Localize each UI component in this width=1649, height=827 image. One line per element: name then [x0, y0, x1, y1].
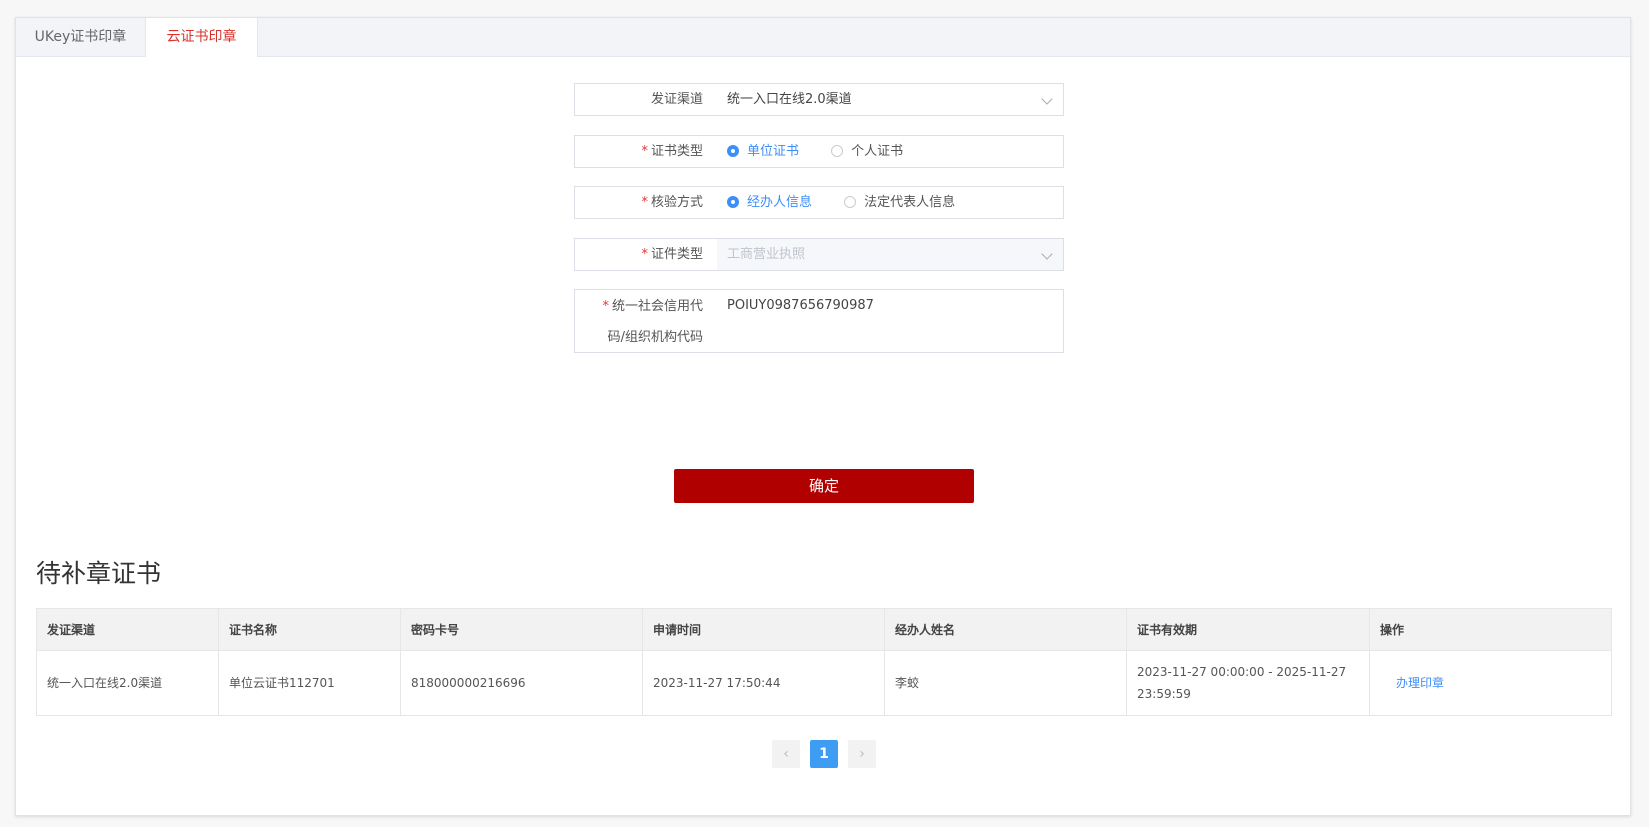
col-header-card-no: 密码卡号 [400, 608, 643, 651]
main-card: UKey证书印章 云证书印章 发证渠道 统一入口在线2.0渠道 * 证书类型 单位… [15, 17, 1631, 816]
radio-unchecked-icon [831, 145, 844, 157]
pending-cert-table: 发证渠道 证书名称 密码卡号 申请时间 经办人姓名 证书有效期 操作 统一入口在… [36, 608, 1612, 716]
radio-agent-info[interactable]: 经办人信息 [727, 187, 812, 218]
radio-personal-cert[interactable]: 个人证书 [831, 136, 903, 167]
tab-bar: UKey证书印章 云证书印章 [16, 18, 1630, 57]
credit-code-input[interactable]: POIUY0987656790987 [727, 290, 874, 321]
channel-label: 发证渠道 [650, 92, 703, 107]
chevron-down-icon [1041, 248, 1053, 260]
cell-card-no: 818000000216696 [400, 650, 643, 716]
cell-action: 办理印章 [1369, 650, 1612, 716]
cert-type-label: * 证书类型 [641, 144, 703, 159]
table-row: 统一入口在线2.0渠道 单位云证书112701 818000000216696 … [36, 650, 1612, 716]
verify-method-radio-group: 经办人信息 法定代表人信息 [717, 187, 973, 218]
channel-row: 发证渠道 统一入口在线2.0渠道 [574, 83, 1064, 116]
next-page-button[interactable]: › [848, 740, 876, 768]
tab-cloud-seal[interactable]: 云证书印章 [146, 18, 258, 57]
col-header-channel: 发证渠道 [36, 608, 219, 651]
verify-method-row: * 核验方式 经办人信息 法定代表人信息 [574, 186, 1064, 219]
channel-select[interactable]: 统一入口在线2.0渠道 [717, 84, 1063, 115]
tab-ukey-seal[interactable]: UKey证书印章 [16, 18, 146, 56]
cell-apply-time: 2023-11-27 17:50:44 [642, 650, 885, 716]
radio-legal-rep-info[interactable]: 法定代表人信息 [844, 187, 955, 218]
radio-unchecked-icon [844, 196, 857, 208]
confirm-button[interactable]: 确定 [674, 469, 974, 503]
chevron-down-icon [1041, 93, 1053, 105]
channel-value: 统一入口在线2.0渠道 [727, 92, 852, 107]
col-header-validity: 证书有效期 [1126, 608, 1370, 651]
prev-page-button[interactable]: ‹ [772, 740, 800, 768]
handle-seal-link[interactable]: 办理印章 [1380, 676, 1444, 690]
required-mark: * [602, 299, 609, 314]
doc-type-value: 工商营业执照 [727, 247, 806, 262]
radio-checked-icon [727, 196, 739, 208]
required-mark: * [641, 247, 648, 262]
col-header-action: 操作 [1369, 608, 1612, 651]
table-header-row: 发证渠道 证书名称 密码卡号 申请时间 经办人姓名 证书有效期 操作 [36, 608, 1612, 651]
cell-validity: 2023-11-27 00:00:00 - 2025-11-27 23:59:5… [1126, 650, 1370, 716]
required-mark: * [641, 144, 648, 159]
verify-method-label: * 核验方式 [641, 195, 703, 210]
section-title: 待补章证书 [36, 559, 162, 588]
doc-type-select: 工商营业执照 [717, 239, 1063, 270]
credit-code-row: * 统一社会信用代 码/组织机构代码 POIUY0987656790987 [574, 289, 1064, 353]
page-1-button[interactable]: 1 [810, 740, 838, 768]
required-mark: * [641, 195, 648, 210]
cell-agent-name: 李蛟 [884, 650, 1127, 716]
doc-type-row: * 证件类型 工商营业执照 [574, 238, 1064, 271]
radio-checked-icon [727, 145, 739, 157]
radio-unit-cert[interactable]: 单位证书 [727, 136, 799, 167]
credit-code-label: * 统一社会信用代 码/组织机构代码 [602, 299, 703, 345]
cell-cert-name: 单位云证书112701 [218, 650, 401, 716]
cert-type-radio-group: 单位证书 个人证书 [717, 136, 921, 167]
doc-type-label: * 证件类型 [641, 247, 703, 262]
col-header-cert-name: 证书名称 [218, 608, 401, 651]
col-header-agent-name: 经办人姓名 [884, 608, 1127, 651]
col-header-apply-time: 申请时间 [642, 608, 885, 651]
cell-channel: 统一入口在线2.0渠道 [36, 650, 219, 716]
cert-type-row: * 证书类型 单位证书 个人证书 [574, 135, 1064, 168]
